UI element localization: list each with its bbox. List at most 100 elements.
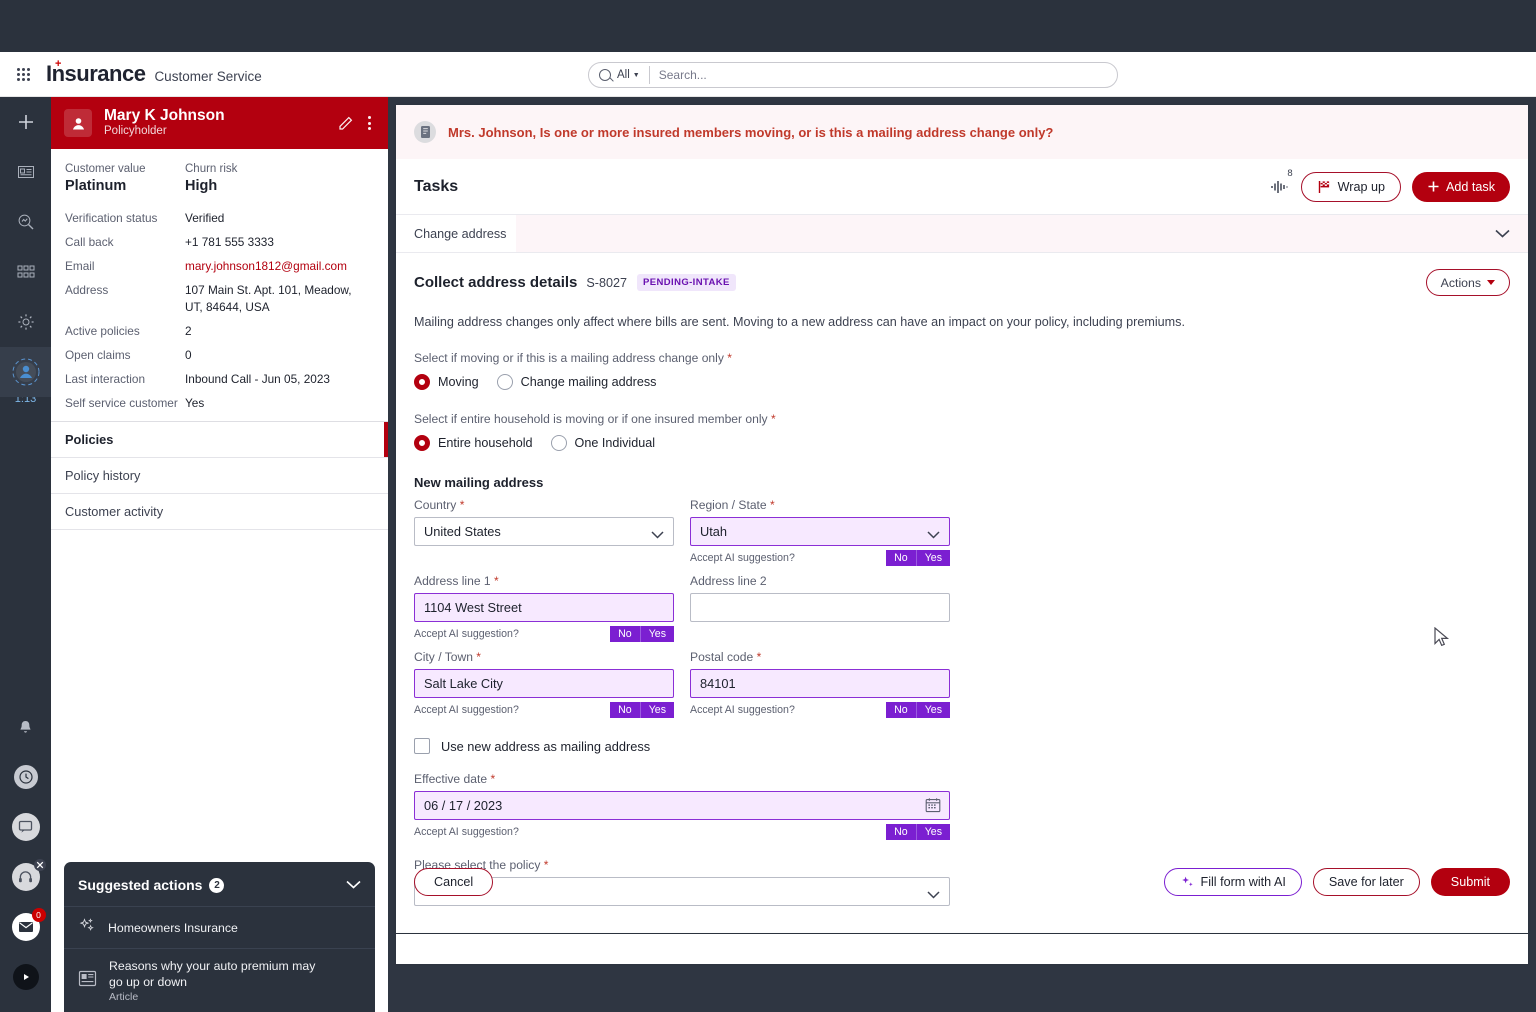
rail-bottom-group: 0 (0, 702, 51, 1002)
app-screen: +Insurance Customer Service All ▼ Search… (0, 0, 1536, 1012)
gear-icon[interactable] (0, 297, 51, 347)
form-row-city-postal: City / Town * Accept AI suggestion? No Y… (414, 650, 1510, 718)
field-value: Inbound Call - Jun 05, 2023 (185, 371, 330, 388)
radio-moving[interactable]: Moving (414, 374, 479, 390)
form-header: Collect address details S-8027 PENDING-I… (414, 269, 1510, 296)
ai-reject-button[interactable]: No (610, 702, 641, 718)
radio-one-individual[interactable]: One Individual (551, 435, 656, 451)
ai-accept-button[interactable]: Yes (641, 626, 674, 642)
field-value: 0 (185, 347, 192, 364)
ai-accept-toggle: No Yes (886, 550, 950, 566)
effective-date-input[interactable] (414, 791, 950, 820)
ai-reject-button[interactable]: No (610, 626, 641, 642)
tab-collapse-toggle[interactable] (516, 215, 1528, 252)
region-select[interactable] (690, 517, 950, 546)
play-icon[interactable] (0, 952, 51, 1002)
ai-accept-button[interactable]: Yes (917, 702, 950, 718)
task-tabstrip: Change address (396, 215, 1528, 253)
actions-button[interactable]: Actions (1426, 269, 1510, 296)
tab-change-address[interactable]: Change address (396, 215, 516, 252)
email-link[interactable]: mary.johnson1812@gmail.com (185, 258, 347, 275)
search-input[interactable]: Search... (659, 68, 707, 82)
required-marker: * (771, 412, 776, 426)
field-label: Open claims (65, 347, 185, 364)
wrap-up-button[interactable]: Wrap up (1301, 172, 1401, 202)
field-address-line-2: Address line 2 (690, 574, 950, 642)
field-open-claims: Open claims0 (65, 347, 374, 364)
address1-label: Address line 1 * (414, 574, 674, 588)
customer-name: Mary K Johnson (104, 107, 328, 124)
card-icon[interactable] (0, 147, 51, 197)
address-line-1-input[interactable] (414, 593, 674, 622)
actions-label: Actions (1441, 276, 1481, 290)
ai-accept-button[interactable]: Yes (917, 824, 950, 840)
ai-reject-button[interactable]: No (886, 550, 917, 566)
flag-icon (1317, 180, 1331, 194)
sparkle-icon (78, 916, 96, 939)
required-marker: * (770, 498, 775, 512)
app-launcher-grid-icon[interactable] (0, 68, 46, 81)
form-description: Mailing address changes only affect wher… (414, 315, 1510, 329)
bell-icon[interactable] (0, 702, 51, 752)
save-for-later-button[interactable]: Save for later (1313, 868, 1420, 896)
mail-icon[interactable]: 0 (0, 902, 51, 952)
list-item-title: Reasons why your auto premium may go up … (109, 958, 319, 990)
ai-accept-button[interactable]: Yes (641, 702, 674, 718)
radio-label: One Individual (575, 436, 656, 450)
radio-label: Moving (438, 375, 479, 389)
main-panel: Mrs. Johnson, Is one or more insured mem… (396, 105, 1528, 933)
use-new-address-checkbox[interactable] (414, 738, 430, 754)
submit-button[interactable]: Submit (1431, 868, 1510, 896)
country-select[interactable] (414, 517, 674, 546)
chat-icon[interactable] (0, 802, 51, 852)
waveform-icon[interactable]: 8 (1270, 179, 1290, 195)
stat-label: Customer value (65, 161, 185, 177)
person-active-icon[interactable] (0, 347, 51, 397)
headset-muted-icon[interactable] (0, 852, 51, 902)
address-line-2-input[interactable] (690, 593, 950, 622)
radio-entire-household[interactable]: Entire household (414, 435, 533, 451)
clock-icon[interactable] (0, 752, 51, 802)
radio-change-mailing-address[interactable]: Change mailing address (497, 374, 657, 390)
list-item[interactable]: Homeowners Insurance (64, 906, 375, 948)
ai-accept-button[interactable]: Yes (917, 550, 950, 566)
field-value: 107 Main St. Apt. 101, Meadow, UT, 84644… (185, 282, 357, 316)
ai-reject-button[interactable]: No (886, 702, 917, 718)
tasks-toolbar: Tasks 8 Wrap up Add task (396, 159, 1528, 215)
stat-value: Platinum (65, 177, 185, 196)
postal-code-input[interactable] (690, 669, 950, 698)
calendar-icon[interactable] (925, 797, 941, 818)
sidebar-item-customer-activity[interactable]: Customer activity (51, 494, 388, 530)
cancel-button[interactable]: Cancel (414, 868, 493, 896)
list-item[interactable]: Reasons why your auto premium may go up … (64, 948, 375, 1012)
more-options-icon[interactable] (363, 116, 376, 130)
required-marker: * (757, 650, 762, 664)
brand-logo: +Insurance (46, 61, 145, 87)
global-search[interactable]: All ▼ Search... (588, 62, 1118, 88)
field-value: +1 781 555 3333 (185, 234, 274, 251)
chevron-down-icon[interactable] (346, 876, 361, 894)
city-input[interactable] (414, 669, 674, 698)
field-email: Emailmary.johnson1812@gmail.com (65, 258, 374, 275)
field-address-line-1: Address line 1 * Accept AI suggestion? N… (414, 574, 674, 642)
fill-form-with-ai-button[interactable]: Fill form with AI (1164, 868, 1302, 896)
plus-icon[interactable] (0, 97, 51, 147)
chevron-down-icon (1495, 229, 1510, 238)
ai-reject-button[interactable]: No (886, 824, 917, 840)
nav-label: Policy history (65, 468, 140, 483)
country-label: Country * (414, 498, 674, 512)
sidebar-item-policies[interactable]: Policies (51, 422, 388, 458)
use-new-address-checkbox-row[interactable]: Use new address as mailing address (414, 738, 1510, 754)
analytics-search-icon[interactable] (0, 197, 51, 247)
edit-pencil-icon[interactable] (338, 116, 353, 131)
address-form: Collect address details S-8027 PENDING-I… (396, 253, 1528, 914)
sidebar-item-policy-history[interactable]: Policy history (51, 458, 388, 494)
search-scope-label[interactable]: All (617, 69, 630, 81)
list-item-title: Homeowners Insurance (108, 920, 238, 936)
apps-grid-icon[interactable] (0, 247, 51, 297)
chevron-down-icon[interactable]: ▼ (633, 72, 640, 79)
add-task-button[interactable]: Add task (1412, 172, 1510, 202)
required-marker: * (727, 351, 732, 365)
ai-prompt-text: Mrs. Johnson, Is one or more insured mem… (448, 125, 1053, 140)
suggested-actions-count: 2 (209, 878, 224, 893)
